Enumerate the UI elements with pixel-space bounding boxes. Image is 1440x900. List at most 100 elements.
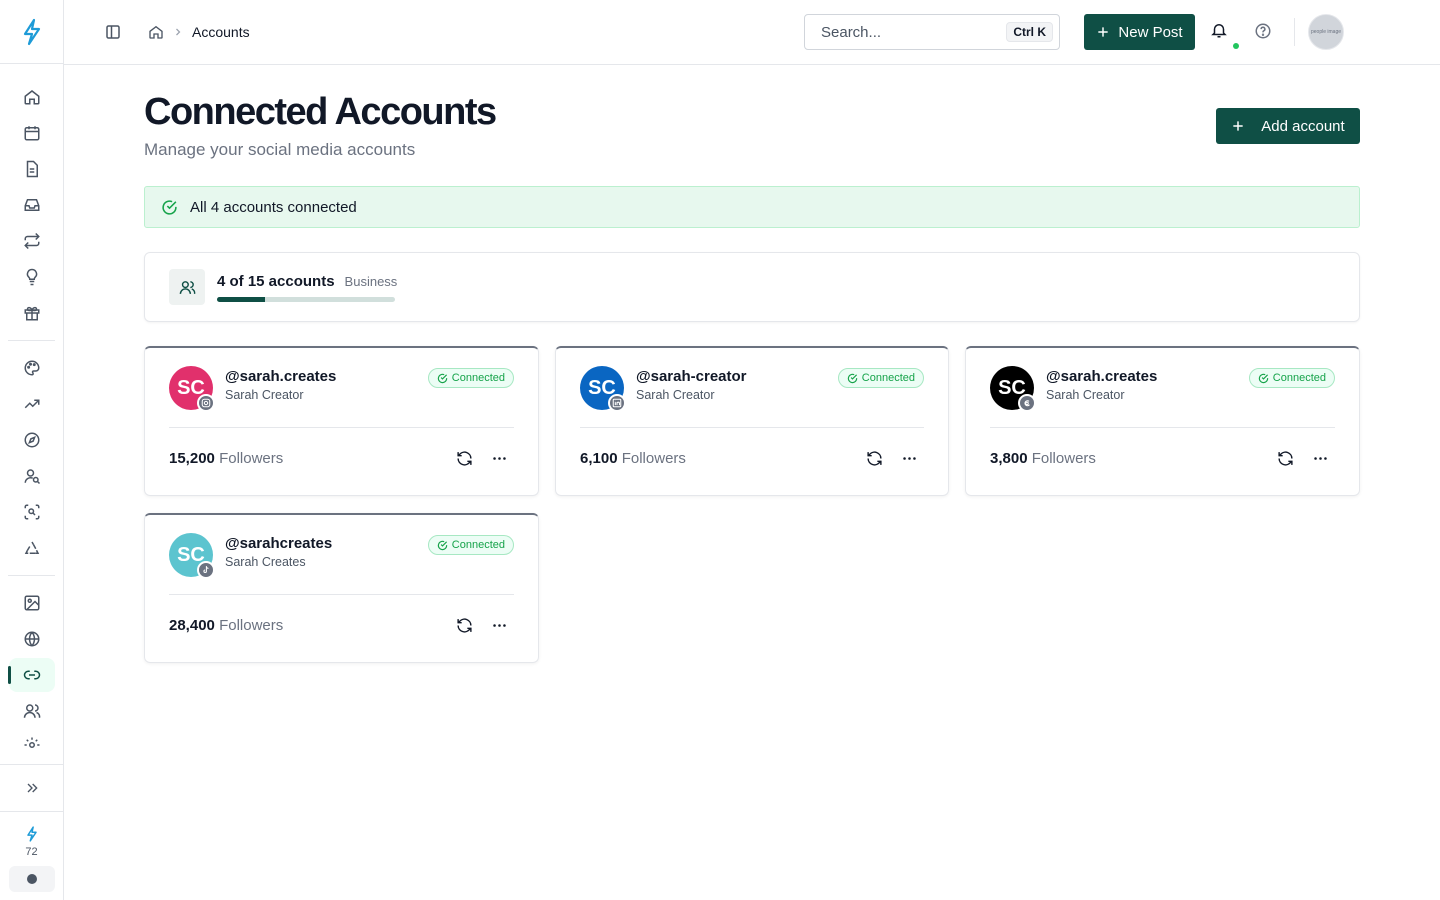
home-icon <box>149 25 163 39</box>
sidebar-item-media[interactable] <box>9 586 55 620</box>
user-avatar[interactable]: people image <box>1308 14 1344 50</box>
inbox-icon <box>24 199 39 211</box>
new-post-button[interactable]: New Post <box>1084 14 1195 50</box>
connected-badge-label: Connected <box>451 539 505 551</box>
account-card: SC @sarah-creator Sarah Creator Connecte… <box>555 346 949 496</box>
followers-count: 6,100 Followers <box>580 450 686 467</box>
page-title: Connected Accounts <box>144 91 497 133</box>
check-circle-icon <box>1258 373 1268 383</box>
help-button[interactable] <box>1254 22 1272 40</box>
followers-number: 3,800 <box>990 449 1028 467</box>
user-search-icon <box>24 469 40 485</box>
more-options-button[interactable] <box>901 450 918 467</box>
trending-up-icon <box>24 399 39 409</box>
platform-badge <box>197 561 215 579</box>
connected-badge-label: Connected <box>861 372 915 384</box>
connected-badge-label: Connected <box>451 372 505 384</box>
toggle-sidebar-button[interactable] <box>104 23 122 41</box>
account-avatar[interactable]: SC <box>169 533 215 579</box>
sidebar-item-posts[interactable] <box>9 152 55 186</box>
sidebar-item-accounts[interactable] <box>7 658 55 692</box>
account-display-name: Sarah Creator <box>225 388 304 402</box>
bell-icon <box>1211 24 1227 38</box>
check-circle-icon <box>437 540 447 550</box>
credits-indicator[interactable]: 72 <box>0 812 63 858</box>
more-horizontal-icon <box>493 456 506 460</box>
more-horizontal-icon <box>903 456 916 460</box>
add-account-button[interactable]: Add account <box>1216 108 1360 144</box>
header-divider <box>1294 18 1295 46</box>
credits-count: 72 <box>25 846 38 858</box>
breadcrumb-current: Accounts <box>192 24 250 40</box>
account-handle: @sarah.creates <box>1046 368 1158 385</box>
sidebar-item-scan[interactable] <box>9 495 55 529</box>
sidebar-item-home[interactable] <box>9 80 55 114</box>
globe-icon <box>24 631 39 647</box>
plus-icon <box>1098 27 1109 37</box>
account-usage-card: 4 of 15 accounts Business <box>144 252 1360 322</box>
help-circle-icon <box>1255 23 1271 39</box>
user-avatar-alt: people image <box>1310 29 1342 35</box>
refresh-button[interactable] <box>456 617 473 634</box>
gear-icon <box>24 737 39 748</box>
sidebar-item-analytics[interactable] <box>9 387 55 421</box>
breadcrumb-home[interactable] <box>148 24 164 40</box>
refresh-button[interactable] <box>866 450 883 467</box>
notifications-button[interactable] <box>1210 20 1228 40</box>
sidebar-item-team[interactable] <box>9 694 55 728</box>
app-logo[interactable] <box>0 0 63 64</box>
account-card: SC @sarah.creates Sarah Creator Connecte… <box>965 346 1360 496</box>
account-display-name: Sarah Creates <box>225 555 306 569</box>
account-avatar[interactable]: SC <box>580 366 626 412</box>
chevrons-right-icon <box>27 783 38 793</box>
recycle-icon <box>24 541 39 554</box>
platform-badge <box>1018 394 1036 412</box>
check-circle-icon <box>437 373 447 383</box>
account-avatar[interactable]: SC <box>169 366 215 412</box>
sidebar-item-web[interactable] <box>9 622 55 656</box>
sidebar-item-explore[interactable] <box>9 423 55 457</box>
status-indicator[interactable] <box>8 866 55 892</box>
account-avatar[interactable]: SC <box>990 366 1036 412</box>
calendar-icon <box>24 126 39 141</box>
followers-count: 28,400 Followers <box>169 617 283 634</box>
main-content: Connected Accounts Manage your social me… <box>144 65 1360 663</box>
sidebar-item-settings[interactable] <box>9 730 55 748</box>
search-shortcut: Ctrl K <box>1006 22 1053 42</box>
sidebar-item-recycle[interactable] <box>9 531 55 565</box>
notification-badge <box>1233 43 1239 49</box>
platform-badge <box>608 394 626 412</box>
refresh-button[interactable] <box>1277 450 1294 467</box>
usage-progress-fill <box>217 296 265 302</box>
check-circle-icon <box>847 373 857 383</box>
link-icon <box>23 670 40 680</box>
sidebar-item-inbox[interactable] <box>9 188 55 222</box>
account-card: SC @sarahcreates Sarah Creates Connected… <box>144 513 539 663</box>
sidebar-item-ideas[interactable] <box>9 260 55 294</box>
plus-icon <box>1233 121 1243 131</box>
more-horizontal-icon <box>493 623 506 627</box>
more-options-button[interactable] <box>491 617 508 634</box>
more-options-button[interactable] <box>491 450 508 467</box>
expand-sidebar-button[interactable] <box>0 764 63 812</box>
sidebar-item-brand[interactable] <box>9 351 55 385</box>
sidebar-item-audience[interactable] <box>9 459 55 493</box>
followers-label: Followers <box>219 616 284 634</box>
followers-count: 15,200 Followers <box>169 450 283 467</box>
account-handle: @sarah.creates <box>225 368 337 385</box>
bolt-logo-icon <box>23 18 40 45</box>
refresh-icon <box>1278 450 1293 466</box>
more-options-button[interactable] <box>1312 450 1329 467</box>
sidebar-item-gifts[interactable] <box>9 296 55 330</box>
status-banner-text: All 4 accounts connected <box>190 198 357 216</box>
search-box[interactable]: Ctrl K <box>804 14 1060 50</box>
sidebar-item-calendar[interactable] <box>9 116 55 150</box>
sidebar-item-repost[interactable] <box>9 224 55 258</box>
top-bar: Accounts <box>64 0 1440 65</box>
search-input[interactable] <box>821 23 991 41</box>
status-banner: All 4 accounts connected <box>144 186 1360 228</box>
chevron-right-icon <box>176 28 181 36</box>
panel-left-icon <box>106 25 120 39</box>
sidebar-divider <box>8 575 55 576</box>
refresh-button[interactable] <box>456 450 473 467</box>
